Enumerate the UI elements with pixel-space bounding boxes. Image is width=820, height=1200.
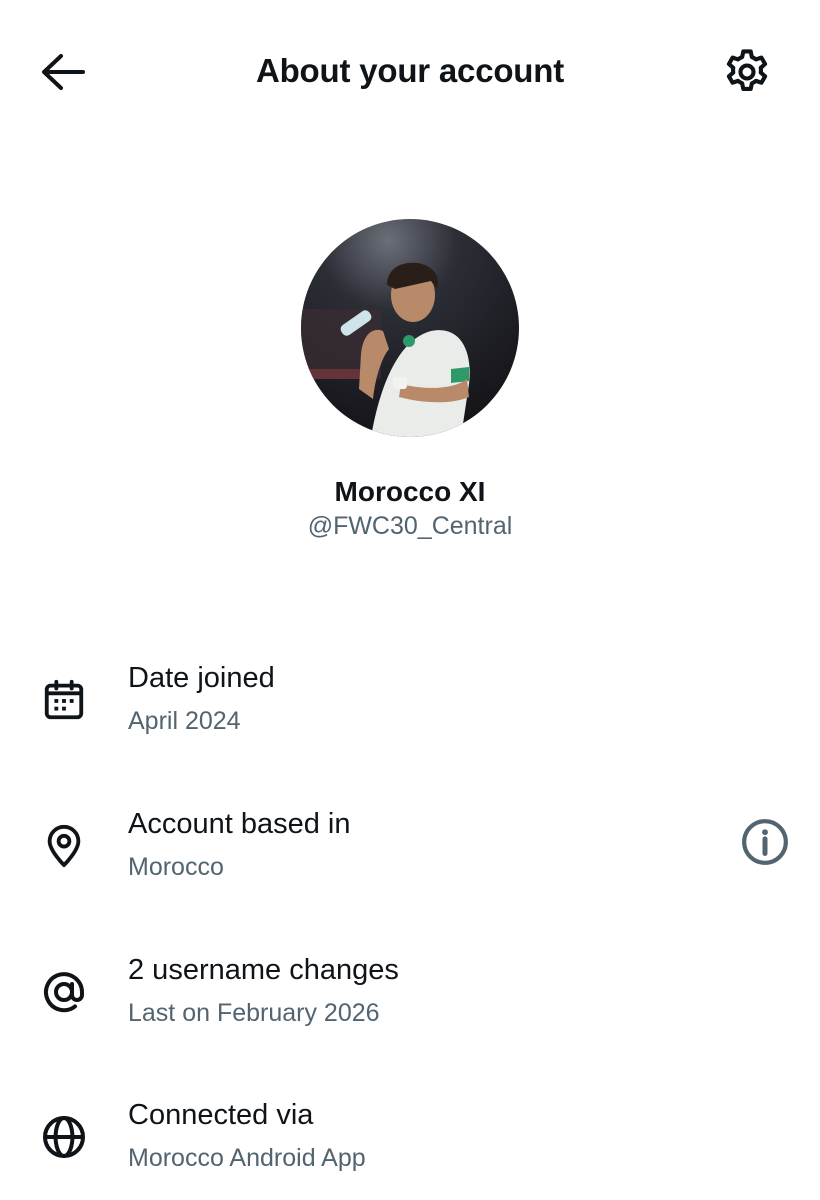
location-pin-icon <box>34 816 94 876</box>
account-based-in-row[interactable]: Account based in Morocco <box>0 796 820 906</box>
username-changes-label: 2 username changes <box>128 954 399 986</box>
calendar-icon <box>34 670 94 730</box>
gear-icon <box>721 46 773 103</box>
at-sign-icon <box>34 962 94 1022</box>
avatar[interactable] <box>301 219 519 437</box>
connected-via-value: Morocco Android App <box>128 1144 366 1172</box>
username-changes-value: Last on February 2026 <box>128 999 380 1027</box>
username-changes-row[interactable]: 2 username changes Last on February 2026 <box>0 942 820 1052</box>
date-joined-value: April 2024 <box>128 707 241 735</box>
display-name: Morocco XI <box>334 476 486 507</box>
settings-button[interactable] <box>712 42 782 106</box>
top-bar: About your account <box>0 0 820 150</box>
date-joined-label: Date joined <box>128 662 275 694</box>
account-based-in-label: Account based in <box>128 808 351 840</box>
page-title: About your account <box>255 52 565 89</box>
connected-via-label: Connected via <box>128 1099 314 1131</box>
connected-via-row[interactable]: Connected via Morocco Android App <box>0 1087 820 1197</box>
info-icon <box>740 817 790 872</box>
username-handle: @FWC30_Central <box>307 512 513 540</box>
globe-icon <box>34 1107 94 1167</box>
account-based-in-value: Morocco <box>128 853 224 881</box>
info-button[interactable] <box>736 815 794 873</box>
date-joined-row[interactable]: Date joined April 2024 <box>0 650 820 760</box>
